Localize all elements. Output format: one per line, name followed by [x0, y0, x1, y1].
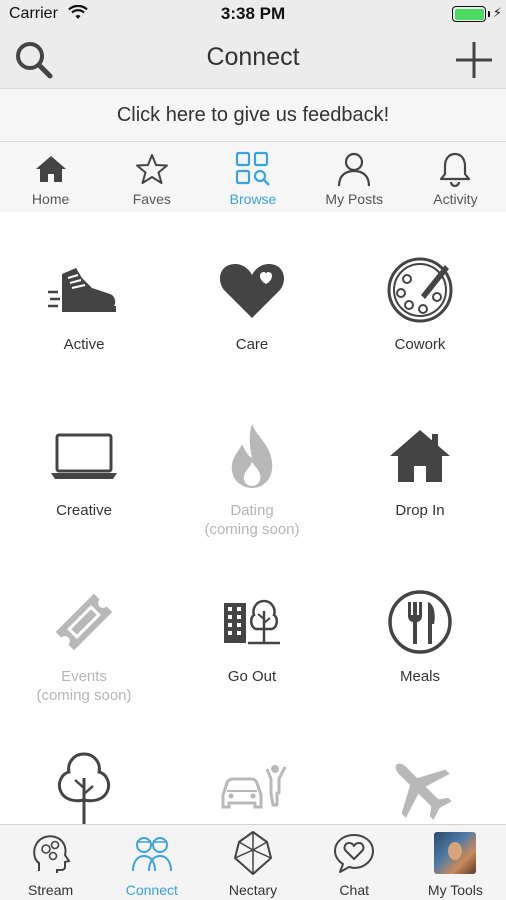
- category-label: Drop In: [395, 502, 445, 519]
- category-sublabel: (coming soon): [204, 521, 300, 538]
- palette-icon: [380, 250, 460, 330]
- airplane-icon: [380, 748, 460, 824]
- city-tree-icon: [212, 582, 292, 662]
- fork-knife-icon: [380, 582, 460, 662]
- category-drop-in[interactable]: Drop In: [336, 378, 504, 544]
- tab-label: Connect: [125, 882, 178, 898]
- gem-icon: [230, 830, 276, 876]
- category-label: Go Out: [227, 668, 277, 685]
- people-icon: [129, 830, 175, 876]
- category-label: Events: [61, 668, 107, 685]
- tab-activity[interactable]: Activity: [405, 142, 506, 212]
- tab-my-posts[interactable]: My Posts: [304, 142, 405, 212]
- category-label: Creative: [56, 502, 112, 519]
- category-grid: Active Care Cowork Creative Dating (comi…: [0, 212, 506, 824]
- category-go-out[interactable]: Go Out: [168, 544, 336, 710]
- battery-icon: [452, 6, 486, 22]
- category-label: Cowork: [394, 336, 446, 353]
- category-active[interactable]: Active: [0, 212, 168, 378]
- page-title: Connect: [206, 43, 300, 71]
- tab-my-tools[interactable]: My Tools: [405, 825, 506, 900]
- tree-icon: [44, 748, 124, 824]
- laptop-icon: [44, 416, 124, 496]
- category-sublabel: (coming soon): [36, 687, 132, 704]
- avatar: [432, 830, 478, 876]
- tab-label: Nectary: [228, 882, 278, 898]
- battery-tip: [488, 11, 490, 17]
- feedback-banner[interactable]: Click here to give us feedback!: [0, 88, 506, 142]
- car-person-icon: [212, 748, 292, 824]
- tab-label: Stream: [28, 882, 74, 898]
- category-label: Meals: [399, 668, 440, 685]
- category-travel: [336, 710, 504, 824]
- tab-label: Browse: [229, 191, 277, 207]
- category-rideshare: [168, 710, 336, 824]
- category-label: Active: [63, 336, 105, 353]
- category-cowork[interactable]: Cowork: [336, 212, 504, 378]
- category-meals[interactable]: Meals: [336, 544, 504, 710]
- tab-faves[interactable]: Faves: [101, 142, 202, 212]
- house-icon: [380, 416, 460, 496]
- home-icon: [32, 150, 70, 188]
- category-label: Care: [235, 336, 269, 353]
- bottom-tab-bar: Stream Connect Nectary Chat My Tools: [0, 824, 506, 900]
- tab-label: My Posts: [325, 191, 383, 207]
- category-creative[interactable]: Creative: [0, 378, 168, 544]
- category-dating: Dating (coming soon): [168, 378, 336, 544]
- tab-label: Activity: [433, 191, 478, 207]
- tab-nectary[interactable]: Nectary: [202, 825, 303, 900]
- charging-icon: ⚡: [492, 5, 502, 20]
- plus-icon: [456, 42, 492, 78]
- flame-icon: [212, 416, 292, 496]
- tab-label: My Tools: [427, 882, 483, 898]
- head-gears-icon: [28, 830, 74, 876]
- tab-label: Home: [31, 191, 70, 207]
- tab-stream[interactable]: Stream: [0, 825, 101, 900]
- star-icon: [133, 150, 171, 188]
- person-icon: [335, 150, 373, 188]
- tab-label: Faves: [132, 191, 171, 207]
- category-label: Dating: [230, 502, 274, 519]
- category-nature[interactable]: [0, 710, 168, 824]
- category-events: Events (coming soon): [0, 544, 168, 710]
- add-button[interactable]: [452, 38, 496, 82]
- tab-connect[interactable]: Connect: [101, 825, 202, 900]
- status-bar: Carrier 3:38 PM ⚡: [0, 0, 506, 30]
- ticket-icon: [44, 582, 124, 662]
- clock: 3:38 PM: [220, 4, 286, 23]
- category-care[interactable]: Care: [168, 212, 336, 378]
- tab-home[interactable]: Home: [0, 142, 101, 212]
- tab-label: Chat: [339, 882, 369, 898]
- sneaker-icon: [44, 250, 124, 330]
- heart-icon: [212, 250, 292, 330]
- tab-browse[interactable]: Browse: [202, 142, 303, 212]
- tab-chat[interactable]: Chat: [304, 825, 405, 900]
- browse-grid-icon: [234, 150, 272, 188]
- bell-icon: [436, 150, 474, 188]
- top-tab-bar: Home Faves Browse My Posts Activity: [0, 142, 506, 212]
- chat-heart-icon: [331, 830, 377, 876]
- nav-bar: Connect: [0, 30, 506, 88]
